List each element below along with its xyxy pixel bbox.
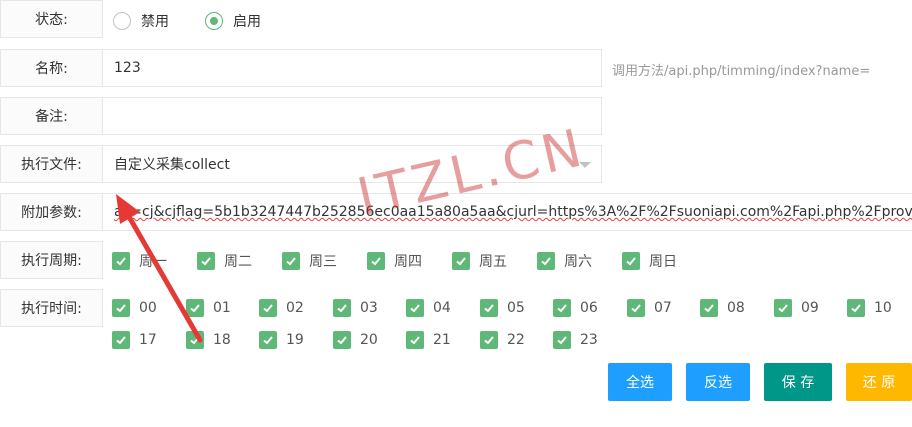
radio-enable-label: 启用 [233, 14, 261, 30]
dropdown-arrow-icon[interactable] [579, 162, 591, 168]
hour-checkbox[interactable]: 09 [774, 299, 819, 317]
hour-label: 06 [580, 300, 598, 316]
radio-disable[interactable]: 禁用 [113, 11, 169, 31]
weekday-checkbox[interactable]: 周五 [452, 251, 507, 271]
hour-label: 02 [286, 300, 304, 316]
hour-label: 21 [433, 332, 451, 348]
checkbox-check-icon[interactable] [553, 299, 571, 317]
exec-file-value: 自定义采集collect [114, 157, 230, 173]
invert-selection-button[interactable]: 反选 [686, 363, 750, 401]
status-label: 状态: [0, 0, 103, 38]
weekday-label: 周五 [479, 254, 507, 270]
checkbox-check-icon[interactable] [627, 299, 645, 317]
radio-enable-circle[interactable] [205, 12, 223, 30]
time-label: 执行时间: [0, 289, 103, 327]
checkbox-check-icon[interactable] [774, 299, 792, 317]
checkbox-check-icon[interactable] [333, 331, 351, 349]
note-label: 备注: [0, 97, 103, 135]
checkbox-check-icon[interactable] [480, 299, 498, 317]
name-label: 名称: [0, 49, 103, 87]
hour-checkbox[interactable]: 23 [553, 331, 598, 349]
checkbox-check-icon[interactable] [537, 252, 555, 270]
exec-file-select[interactable]: 自定义采集collect [102, 145, 602, 183]
radio-enable[interactable]: 启用 [205, 11, 261, 31]
weekday-checkbox[interactable]: 周日 [622, 251, 677, 271]
weekday-label: 周六 [564, 254, 592, 270]
hour-checkbox[interactable]: 19 [259, 331, 304, 349]
hour-label: 09 [801, 300, 819, 316]
hour-checkbox[interactable]: 22 [480, 331, 525, 349]
hour-checkbox[interactable]: 08 [700, 299, 745, 317]
hour-label: 05 [507, 300, 525, 316]
checkbox-check-icon[interactable] [452, 252, 470, 270]
weekday-checkbox[interactable]: 周四 [367, 251, 422, 271]
name-input[interactable]: 123 [102, 49, 602, 87]
hour-label: 03 [360, 300, 378, 316]
note-input[interactable] [102, 97, 602, 135]
hour-checkbox[interactable]: 21 [406, 331, 451, 349]
weekday-label: 周日 [649, 254, 677, 270]
hour-checkbox[interactable]: 06 [553, 299, 598, 317]
weekday-label: 周二 [224, 254, 252, 270]
hour-label: 18 [213, 332, 231, 348]
hour-label: 08 [727, 300, 745, 316]
hour-checkbox[interactable]: 20 [333, 331, 378, 349]
period-label: 执行周期: [0, 241, 103, 279]
checkbox-check-icon[interactable] [367, 252, 385, 270]
hour-checkbox[interactable]: 03 [333, 299, 378, 317]
checkbox-check-icon[interactable] [553, 331, 571, 349]
checkbox-check-icon[interactable] [406, 331, 424, 349]
hour-label: 01 [213, 300, 231, 316]
hour-label: 20 [360, 332, 378, 348]
hour-checkbox[interactable]: 05 [480, 299, 525, 317]
weekday-label: 周四 [394, 254, 422, 270]
hour-label: 07 [654, 300, 672, 316]
checkbox-check-icon[interactable] [700, 299, 718, 317]
select-all-button[interactable]: 全选 [608, 363, 672, 401]
checkbox-check-icon[interactable] [847, 299, 865, 317]
params-label: 附加参数: [0, 193, 103, 231]
radio-disable-label: 禁用 [141, 14, 169, 30]
radio-disable-circle[interactable] [113, 12, 131, 30]
checkbox-check-icon[interactable] [259, 299, 277, 317]
params-input[interactable]: ac=cj&cjflag=5b1b3247447b252856ec0aa15a8… [102, 193, 912, 231]
hour-label: 19 [286, 332, 304, 348]
checkbox-check-icon[interactable] [622, 252, 640, 270]
checkbox-check-icon[interactable] [333, 299, 351, 317]
hour-label: 04 [433, 300, 451, 316]
exec-file-label: 执行文件: [0, 145, 103, 183]
save-button[interactable]: 保 存 [764, 363, 832, 401]
reset-button[interactable]: 还 原 [846, 363, 912, 401]
weekday-checkbox[interactable]: 周三 [282, 251, 337, 271]
weekday-checkbox[interactable]: 周六 [537, 251, 592, 271]
checkbox-check-icon[interactable] [406, 299, 424, 317]
hour-checkbox[interactable]: 10 [847, 299, 892, 317]
hour-checkbox[interactable]: 04 [406, 299, 451, 317]
hour-label: 23 [580, 332, 598, 348]
weekday-label: 周三 [309, 254, 337, 270]
hour-label: 10 [874, 300, 892, 316]
hour-checkbox[interactable]: 02 [259, 299, 304, 317]
hour-checkbox[interactable]: 07 [627, 299, 672, 317]
checkbox-check-icon[interactable] [282, 252, 300, 270]
hour-label: 22 [507, 332, 525, 348]
annotation-arrow-icon [116, 194, 203, 343]
checkbox-check-icon[interactable] [480, 331, 498, 349]
checkbox-check-icon[interactable] [259, 331, 277, 349]
usage-hint: 调用方法/api.php/timming/index?name= [612, 64, 871, 79]
params-value: ac=cj&cjflag=5b1b3247447b252856ec0aa15a8… [114, 204, 912, 220]
